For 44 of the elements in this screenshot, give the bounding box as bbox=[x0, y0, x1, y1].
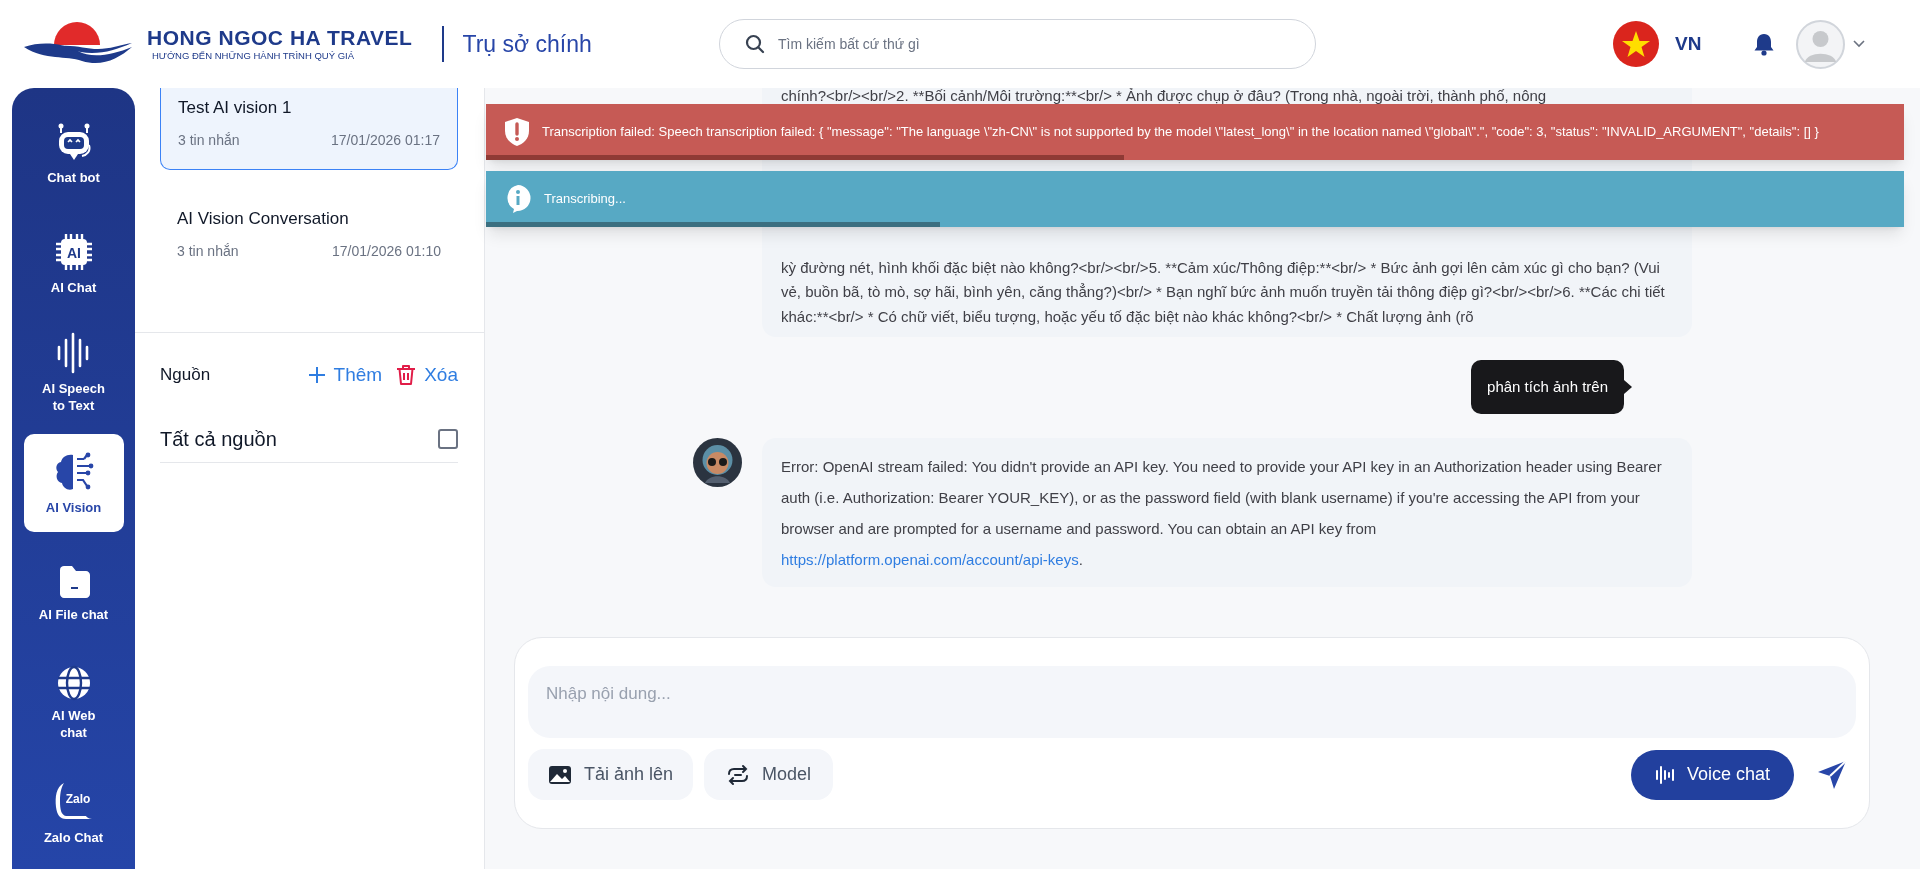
conversation-item[interactable]: Test AI vision 1 3 tin nhắn 17/01/2026 01:17 bbox=[160, 88, 458, 170]
info-toast: Transcribing... bbox=[486, 171, 1904, 227]
search-field[interactable]: Tìm kiếm bất cứ thứ gì bbox=[719, 19, 1316, 69]
error-toast: Transcription failed: Speech transcription failed: { "message": "The language \"zh-CN\" is not supported by the model \"latest_long\" in the location named \"global\".", "code": 3, "status": "INVALID_ARGUMENT", "details": [] } bbox=[486, 104, 1904, 160]
assistant-message: Error: OpenAI stream failed: You didn't provide an API key. You need to provide your API key in an Authorization header using Bearer auth (i.e. Authorization: Bearer YOUR_KEY), or as the password field (with blank username) if you're accessing the API from your browser and are prompted for a username and password. You can obtain an API key from https://platform.openai.com/account/api-keys. bbox=[781, 457, 1663, 570]
globe-icon bbox=[55, 665, 92, 701]
send-icon[interactable] bbox=[1816, 758, 1848, 791]
nav-item[interactable]: AI Web chat bbox=[23, 648, 124, 758]
bubble-tail bbox=[1624, 380, 1632, 394]
language-label[interactable]: VN bbox=[1675, 29, 1702, 59]
all-sources-label: Tất cả nguồn bbox=[160, 426, 277, 452]
bell-icon[interactable] bbox=[1753, 32, 1776, 56]
waveform-icon bbox=[1654, 764, 1677, 785]
conversation-item[interactable]: AI Vision Conversation 3 tin nhắn 17/01/2026 01:10 bbox=[160, 170, 458, 270]
delete-source-button[interactable]: Xóa bbox=[396, 360, 458, 390]
search-icon bbox=[745, 34, 765, 54]
voice-chat-button[interactable]: Voice chat bbox=[1630, 749, 1794, 800]
message-input[interactable]: Nhập nội dung... bbox=[528, 666, 1856, 738]
caret-icon[interactable] bbox=[1853, 40, 1866, 48]
flag-icon[interactable] bbox=[1613, 21, 1659, 67]
nav-item[interactable]: AI Speech to Text bbox=[23, 318, 124, 428]
nav-item[interactable]: Zalo Zalo Chat bbox=[23, 758, 124, 868]
all-sources-checkbox[interactable] bbox=[438, 428, 458, 449]
add-source-button[interactable]: Thêm bbox=[307, 360, 383, 390]
shield-alert-icon bbox=[504, 117, 530, 147]
brand-tagline: HƯỚNG ĐẾN NHỮNG HÀNH TRÌNH QUÝ GIÁ bbox=[151, 50, 356, 62]
info-icon bbox=[504, 184, 532, 214]
trash-icon bbox=[396, 364, 417, 386]
nav-item[interactable]: AI AI Chat bbox=[23, 208, 124, 318]
assistant-message: kỳ đường nét, hình khối đặc biệt nào không?<br/><br/>5. **Cảm xúc/Thông điệp:**<br/> * Bức ảnh gợi lên cảm xúc gì cho bạn? (Vui vẻ, buồn bã, tò mò, sợ hãi, bình yên, căng thẳng?)<br/> * Bạn nghĩ bức ảnh muốn truyền tải thông điệp gì?<br/><br/>6. **Các chi tiết khác:**<br/> * Có chữ viết, biểu tượng, hoặc yếu tố đặc biệt nào khác không?<br/> * Chất lượng ảnh (rõ bbox=[781, 257, 1666, 327]
upload-image-button[interactable]: Tải ảnh lên bbox=[528, 749, 694, 800]
plus-icon bbox=[307, 366, 326, 384]
api-keys-link[interactable]: https://platform.openai.com/account/api-keys bbox=[781, 551, 1079, 568]
model-button[interactable]: Model bbox=[704, 749, 834, 800]
assistant-message: chính?<br/><br/>2. **Bối cảnh/Môi trường:**<br/> * Ảnh được chụp ở đâu? (Trong nhà, ngoài trời, thành phố, nông bbox=[781, 88, 1548, 104]
nav-item[interactable]: Chat bot bbox=[23, 98, 124, 208]
nav-item[interactable]: AI File chat bbox=[23, 538, 124, 648]
image-icon bbox=[548, 764, 572, 785]
sources-title: Nguồn bbox=[160, 364, 211, 387]
swap-icon bbox=[726, 763, 751, 786]
brand-name: HONG NGOC HA TRAVEL bbox=[147, 26, 413, 50]
user-message: phân tích ảnh trên bbox=[1471, 360, 1624, 414]
branch-name: Trụ sở chính bbox=[462, 29, 592, 59]
nav-item[interactable]: AI Vision bbox=[23, 434, 124, 532]
